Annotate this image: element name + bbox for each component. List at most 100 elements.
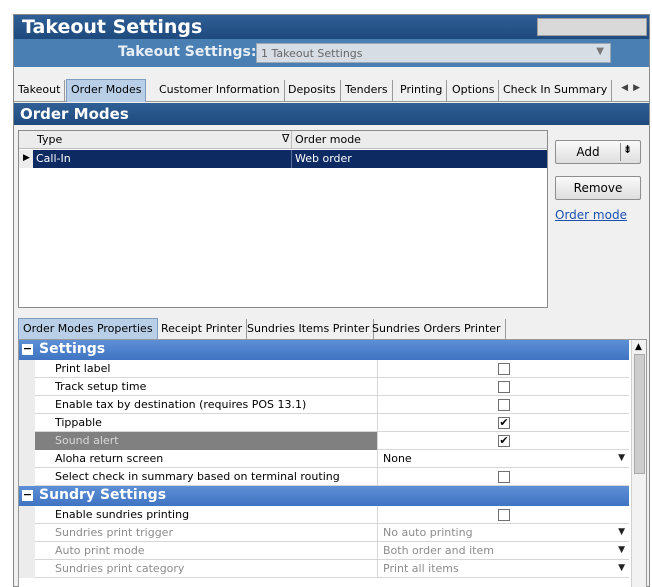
settings-selector-row: Takeout Settings: 1 Takeout Settings ▼ — [14, 39, 649, 67]
sundries-print-category-dropdown[interactable]: Print all items ▼ — [379, 560, 629, 578]
remove-button[interactable]: Remove — [555, 176, 641, 200]
tab-order-modes-properties[interactable]: Order Modes Properties — [18, 318, 158, 340]
property-row-sundries-print-trigger: Sundries print trigger No auto printing … — [19, 524, 629, 542]
cell-order-mode[interactable]: Web order — [291, 150, 547, 168]
row-gutter — [19, 396, 35, 414]
property-label: Select check in summary based on termina… — [35, 468, 378, 486]
dropdown-value: No auto printing — [383, 526, 473, 539]
property-row-tippable: Tippable ✔ — [19, 414, 629, 432]
minus-box-icon[interactable]: − — [22, 489, 33, 501]
row-gutter — [19, 360, 35, 378]
property-row-aloha-return-screen: Aloha return screen None ▼ — [19, 450, 629, 468]
enable-sundries-checkbox[interactable] — [498, 509, 510, 521]
property-label: Auto print mode — [35, 542, 378, 560]
auto-print-mode-dropdown[interactable]: Both order and item ▼ — [379, 542, 629, 560]
filter-triangle-icon[interactable]: ∇ — [282, 132, 289, 145]
split-divider — [620, 143, 621, 161]
property-label: Print label — [35, 360, 378, 378]
order-modes-header: Order Modes — [14, 103, 649, 125]
sundries-print-trigger-dropdown[interactable]: No auto printing ▼ — [379, 524, 629, 542]
grid-header: Type ∇ Order mode — [19, 131, 547, 149]
tab-receipt-printer[interactable]: Receipt Printer — [157, 319, 248, 339]
tab-deposits[interactable]: Deposits — [284, 80, 341, 101]
property-row-enable-sundries-printing: Enable sundries printing — [19, 506, 629, 524]
print-label-checkbox[interactable] — [498, 363, 510, 375]
takeout-settings-combo[interactable]: 1 Takeout Settings ▼ — [256, 43, 611, 63]
row-gutter — [19, 506, 35, 524]
column-order-mode[interactable]: Order mode — [295, 133, 361, 146]
row-gutter — [19, 560, 35, 578]
tab-takeout[interactable]: Takeout — [14, 80, 66, 101]
tab-scroll-arrows-icon[interactable]: ◀▶ — [621, 83, 645, 93]
triangle-down-icon[interactable]: ▼ — [618, 527, 625, 537]
property-value — [379, 506, 629, 524]
aloha-return-screen-dropdown[interactable]: None ▼ — [379, 450, 629, 468]
check-icon: ✔ — [499, 434, 509, 447]
property-row-auto-print-mode: Auto print mode Both order and item ▼ — [19, 542, 629, 560]
property-label: Sundries print category — [35, 560, 378, 578]
property-label: Sundries print trigger — [35, 524, 378, 542]
tab-printing[interactable]: Printing — [396, 80, 448, 101]
tippable-checkbox[interactable]: ✔ — [498, 417, 510, 429]
property-label: Aloha return screen — [35, 450, 378, 468]
takeout-settings-window: Takeout Settings Takeout Settings: 1 Tak… — [13, 14, 650, 587]
property-label: Tippable — [35, 414, 378, 432]
select-check-checkbox[interactable] — [498, 471, 510, 483]
properties-grid: − Settings Print label Track setup time … — [18, 339, 647, 587]
window-title: Takeout Settings — [22, 16, 203, 38]
column-divider — [291, 131, 292, 149]
row-gutter — [19, 450, 35, 468]
chevron-down-icon: ▼ — [596, 46, 604, 57]
property-value: ✔ — [379, 432, 629, 450]
tab-customer-information[interactable]: Customer Information — [155, 80, 285, 101]
settings-group-header[interactable]: − Settings — [19, 340, 629, 360]
property-value — [379, 468, 629, 486]
property-label: Sound alert — [35, 432, 378, 450]
sundry-group-header[interactable]: − Sundry Settings — [19, 486, 629, 506]
row-gutter — [19, 378, 35, 396]
order-mode-link[interactable]: Order mode — [555, 208, 627, 222]
tab-sundries-items-printer[interactable]: Sundries Items Printer — [243, 319, 375, 339]
sundry-group-title: Sundry Settings — [39, 487, 167, 503]
sound-alert-checkbox[interactable]: ✔ — [498, 435, 510, 447]
row-gutter — [19, 432, 35, 450]
add-button-label: Add — [576, 145, 600, 159]
minus-box-icon[interactable]: − — [22, 343, 33, 355]
triangle-up-icon[interactable]: ▲ — [635, 342, 642, 352]
property-label: Track setup time — [35, 378, 378, 396]
enable-tax-checkbox[interactable] — [498, 399, 510, 411]
tab-order-modes[interactable]: Order Modes — [66, 79, 147, 102]
add-button[interactable]: Add ⇟ — [555, 140, 641, 164]
property-row-track-setup-time: Track setup time — [19, 378, 629, 396]
property-row-print-label: Print label — [19, 360, 629, 378]
dropdown-value: Both order and item — [383, 544, 494, 557]
column-type[interactable]: Type — [37, 133, 62, 146]
track-setup-time-checkbox[interactable] — [498, 381, 510, 393]
row-gutter — [19, 524, 35, 542]
triangle-down-icon[interactable]: ▼ — [618, 563, 625, 573]
property-row-enable-tax-by-destination: Enable tax by destination (requires POS … — [19, 396, 629, 414]
tab-options[interactable]: Options — [448, 80, 500, 101]
table-row[interactable]: ▶ Call-In Web order — [19, 150, 547, 168]
vertical-scrollbar[interactable]: ▲ — [631, 340, 646, 587]
property-value — [379, 396, 629, 414]
triangle-right-icon: ▶ — [19, 150, 33, 168]
selector-label: Takeout Settings: — [118, 44, 257, 60]
triangle-down-icon[interactable]: ▼ — [618, 545, 625, 555]
scrollbar-thumb[interactable] — [634, 354, 645, 474]
cell-type[interactable]: Call-In — [33, 150, 291, 168]
property-row-sundries-print-category: Sundries print category Print all items … — [19, 560, 629, 578]
dropdown-value: None — [383, 452, 412, 465]
property-value — [379, 360, 629, 378]
combo-value: 1 Takeout Settings — [261, 47, 363, 60]
row-gutter — [19, 468, 35, 486]
tab-check-in-summary[interactable]: Check In Summary — [499, 80, 613, 101]
property-label: Enable tax by destination (requires POS … — [35, 396, 378, 414]
property-value: ✔ — [379, 414, 629, 432]
property-row-sound-alert: Sound alert ✔ — [19, 432, 629, 450]
tab-tenders[interactable]: Tenders — [341, 80, 393, 101]
tab-sundries-orders-printer[interactable]: Sundries Orders Printer — [368, 319, 506, 339]
dropdown-arrow-icon[interactable]: ⇟ — [623, 143, 632, 156]
order-modes-grid: Type ∇ Order mode ▶ Call-In Web order — [18, 130, 548, 308]
triangle-down-icon[interactable]: ▼ — [618, 453, 625, 463]
